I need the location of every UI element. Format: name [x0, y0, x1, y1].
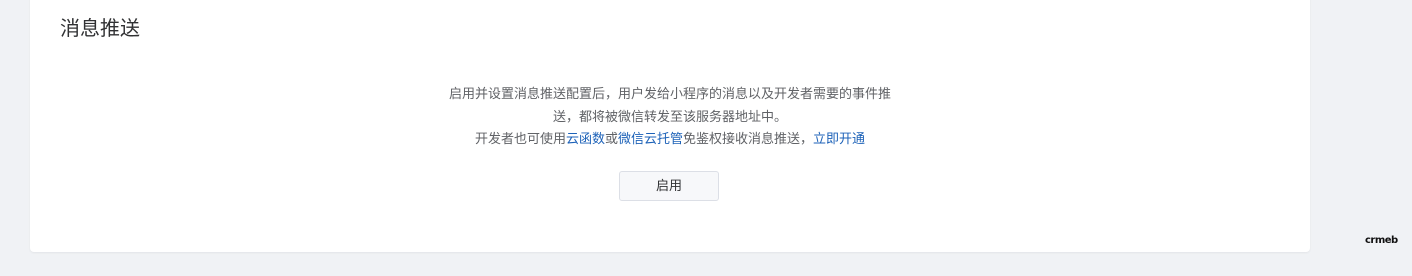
- description-line-2: 送，都将被微信转发至该服务器地址中。: [552, 109, 787, 125]
- message-push-card: 消息推送 启用并设置消息推送配置后，用户发给小程序的消息以及开发者需要的事件推 …: [30, 0, 1310, 252]
- page-title: 消息推送: [60, 16, 140, 40]
- description-or: 或: [604, 132, 618, 147]
- wechat-cloud-link[interactable]: 微信云托管: [618, 132, 683, 147]
- description-line-3: 开发者也可使用云函数或微信云托管免鉴权接收消息推送，立即开通: [30, 129, 1310, 152]
- enable-button[interactable]: 启用: [619, 171, 719, 201]
- description-line-1: 启用并设置消息推送配置后，用户发给小程序的消息以及开发者需要的事件推: [448, 87, 891, 102]
- description-line-3-prefix: 开发者也可使用: [474, 132, 566, 147]
- activate-now-link[interactable]: 立即开通: [813, 132, 865, 147]
- cloud-function-link[interactable]: 云函数: [566, 132, 605, 147]
- description: 启用并设置消息推送配置后，用户发给小程序的消息以及开发者需要的事件推 送，都将被…: [30, 84, 1310, 152]
- description-line-3-suffix: 免鉴权接收消息推送，: [683, 132, 814, 147]
- brand-logo: crmeb: [1365, 235, 1398, 246]
